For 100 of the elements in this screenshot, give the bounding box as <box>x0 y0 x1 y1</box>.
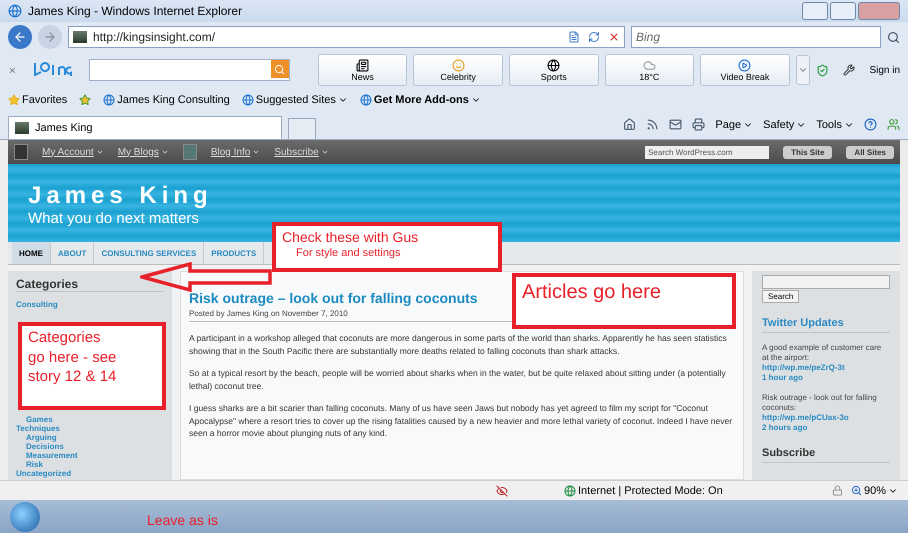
back-button[interactable] <box>8 25 32 49</box>
search-button[interactable]: Search <box>762 290 800 303</box>
start-button[interactable] <box>10 502 40 532</box>
nav-tab[interactable]: PRODUCTS <box>204 242 264 264</box>
toolbar-button[interactable]: Celebrity <box>413 54 503 86</box>
window-title: James King - Windows Internet Explorer <box>28 4 242 18</box>
admin-menu[interactable]: Subscribe <box>274 146 329 158</box>
wrench-icon[interactable] <box>843 64 856 76</box>
blog-tagline: What you do next matters <box>28 210 199 227</box>
home-icon[interactable] <box>623 118 636 131</box>
mail-icon[interactable] <box>669 118 682 131</box>
category-link[interactable]: Games <box>26 415 53 424</box>
compatibility-icon[interactable] <box>568 31 580 43</box>
zoom-level[interactable]: 90% <box>850 484 898 496</box>
article-paragraph: A participant in a workshop alleged that coconuts are more dangerous in some parts of the world than sharks. Apparently he has seen statistics showing that in the South Pacific there are substantially more deaths related to falling coconuts than shark attacks. <box>189 332 728 357</box>
search-field[interactable]: Bing <box>631 26 881 48</box>
favorites-link[interactable]: James King Consulting <box>103 94 230 106</box>
categories-heading: Categories <box>16 277 164 292</box>
search-icon <box>274 64 286 74</box>
forward-button[interactable] <box>38 25 62 49</box>
caret-icon <box>160 148 169 156</box>
favorites-link[interactable]: Get More Add-ons <box>360 94 481 106</box>
privacy-icon[interactable] <box>496 484 508 496</box>
tweet-text: A good example of customer care at the airport: <box>762 343 882 363</box>
tweet-time[interactable]: 1 hour ago <box>762 373 803 383</box>
print-icon[interactable] <box>692 118 706 131</box>
globe-icon <box>564 484 576 496</box>
annotation-text: Leave as is <box>147 512 218 528</box>
nav-tab[interactable]: ABOUT <box>51 242 94 264</box>
annotation-text: Articles go here <box>522 280 661 305</box>
nav-tab[interactable]: CONSULTING SERVICES <box>94 242 204 264</box>
command-menu[interactable]: Safety <box>763 118 806 130</box>
annotation-text: For style and settings <box>296 246 401 260</box>
wordpress-search-field[interactable]: Search WordPress.com <box>645 146 770 158</box>
article-paragraph: So at a typical resort by the beach, people will be worried about sharks when in the water, but be quite relaxed about sitting under (a potentially lethal) coconut tree. <box>189 367 727 392</box>
favorites-link[interactable]: Suggested Sites <box>242 94 348 106</box>
admin-menu[interactable]: My Account <box>42 146 104 158</box>
security-zone: Internet | Protected Mode: On <box>564 484 723 496</box>
globe-icon <box>103 94 116 106</box>
restore-button[interactable] <box>830 2 856 20</box>
scope-button[interactable]: This Site <box>783 146 832 158</box>
caret-icon <box>96 148 104 156</box>
help-icon[interactable] <box>864 118 877 131</box>
admin-menu[interactable]: My Blogs <box>118 146 169 158</box>
shield-icon[interactable] <box>816 64 830 76</box>
favorites-button[interactable]: Favorites <box>8 94 68 106</box>
category-link[interactable]: Consulting <box>16 300 58 309</box>
sign-in-link[interactable]: Sign in <box>869 64 900 76</box>
scope-button[interactable]: All Sites <box>846 146 894 158</box>
admin-menu[interactable]: Blog Info <box>210 146 260 158</box>
command-menu[interactable]: Page <box>715 118 754 130</box>
category-link[interactable]: Risk <box>26 460 43 469</box>
article-title[interactable]: Risk outrage – look out for falling coconuts <box>189 290 478 306</box>
add-favorite-icon[interactable] <box>79 94 92 106</box>
globe-icon <box>242 94 254 106</box>
tweet-time[interactable]: 2 hours ago <box>762 423 808 433</box>
cloud-icon <box>642 58 656 72</box>
address-field[interactable]: http://kingsinsight.com/ <box>68 26 625 48</box>
annotation-text: story 12 & 14 <box>28 367 116 386</box>
annotation-text: go here - see <box>28 348 116 367</box>
subscribe-heading: Subscribe <box>762 447 890 463</box>
news-icon <box>356 58 370 72</box>
refresh-icon[interactable] <box>588 31 600 43</box>
play-icon <box>738 58 752 72</box>
toolbar-button[interactable]: Video Break <box>700 54 790 86</box>
lock-icon[interactable] <box>832 485 843 496</box>
category-link[interactable]: Arguing <box>26 433 57 442</box>
caret-icon <box>320 148 329 156</box>
article-paragraph: I guess sharks are a bit scarier than falling coconuts. Many of us have seen Jaws but nobody has yet agreed to film my script for "Coconut Apocalypse" where a resort tries to cover up the rising fatalities caused by a new heavier and more lethal variety of coconut. Indeed I have never seen a horror movie about plunging nuts of any kind. <box>189 402 734 440</box>
back-icon <box>13 30 27 44</box>
new-tab-button[interactable] <box>288 118 316 140</box>
zoom-icon <box>850 485 862 496</box>
category-link[interactable]: Measurement <box>26 451 78 460</box>
tweet-link[interactable]: http://wp.me/pCUax-3o <box>762 413 849 423</box>
tweet-link[interactable]: http://wp.me/peZrQ-3t <box>762 363 845 373</box>
twitter-heading: Twitter Updates <box>762 317 890 333</box>
annotation-text: Categories <box>28 328 101 348</box>
nav-tab[interactable]: HOME <box>12 242 51 264</box>
bing-search-field[interactable] <box>88 59 290 81</box>
toolbar-button[interactable]: 18°C <box>604 54 694 86</box>
feeds-icon[interactable] <box>646 118 660 131</box>
celebrity-icon <box>452 58 465 72</box>
command-menu[interactable]: Tools <box>816 118 854 130</box>
browser-tab[interactable]: James King <box>8 116 282 139</box>
category-link[interactable]: Uncategorized <box>16 469 72 478</box>
star-icon <box>8 94 20 106</box>
toolbar-button[interactable]: News <box>318 54 408 86</box>
browser-icon <box>8 4 22 18</box>
forward-icon <box>43 30 57 44</box>
caret-icon <box>252 148 260 156</box>
category-link[interactable]: Techniques <box>16 424 60 433</box>
sidebar-search-field[interactable] <box>762 275 890 289</box>
search-icon[interactable] <box>887 30 900 44</box>
category-link[interactable]: Decisions <box>26 442 64 451</box>
annotation-text: Check these with Gus <box>282 228 418 246</box>
tweet-text: Risk outrage - look out for falling coconuts: <box>762 393 878 413</box>
globe-icon <box>360 94 372 106</box>
minimize-button[interactable] <box>802 2 828 20</box>
stop-icon[interactable] <box>608 31 620 43</box>
toolbar-button[interactable]: Sports <box>508 54 599 86</box>
